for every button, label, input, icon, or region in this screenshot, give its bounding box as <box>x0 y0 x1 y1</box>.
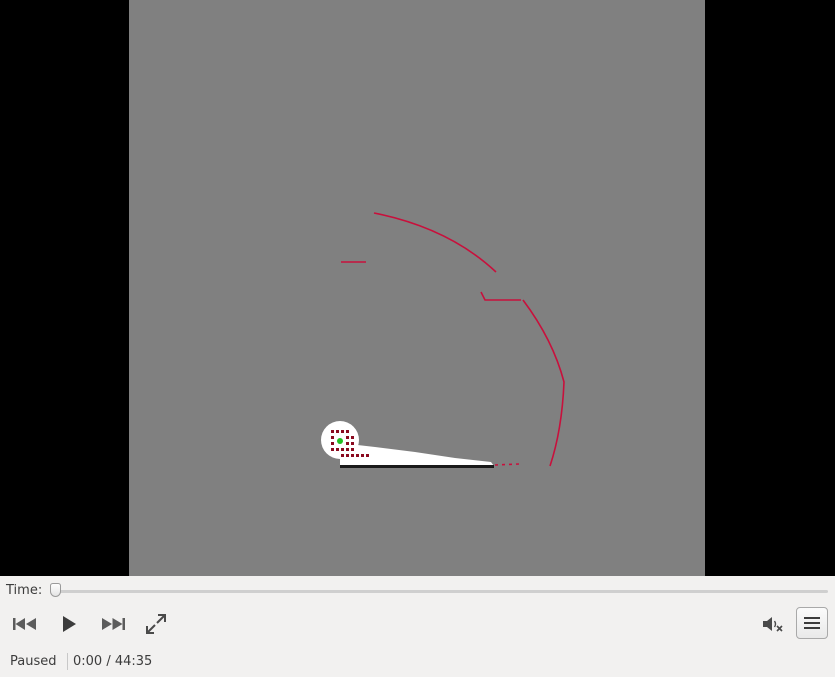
time-readout: 0:00 / 44:35 <box>73 654 153 669</box>
play-button[interactable] <box>56 612 82 636</box>
hamburger-menu-icon <box>804 616 820 630</box>
volume-button[interactable] <box>760 612 786 636</box>
previous-button[interactable] <box>10 612 40 636</box>
skip-previous-icon <box>12 616 38 632</box>
menu-button[interactable] <box>796 607 828 639</box>
next-button[interactable] <box>98 612 128 636</box>
status-divider <box>67 653 68 670</box>
play-icon <box>61 615 77 633</box>
occupancy-map <box>129 0 705 576</box>
playback-status: Paused <box>10 654 57 669</box>
time-label: Time: <box>6 583 43 598</box>
video-area[interactable] <box>0 0 835 576</box>
robot-marker <box>337 438 343 444</box>
video-frame <box>129 0 705 576</box>
seek-handle[interactable] <box>50 583 61 597</box>
volume-muted-icon <box>762 615 784 633</box>
map-obstacle-edge <box>340 465 494 468</box>
skip-next-icon <box>100 616 126 632</box>
map-unknown-area <box>129 0 705 576</box>
fullscreen-icon <box>144 612 168 636</box>
seek-bar[interactable] <box>52 590 828 593</box>
fullscreen-button[interactable] <box>142 610 170 638</box>
player-controls: Time: Paused 0:00 / 44:35 <box>0 576 835 677</box>
